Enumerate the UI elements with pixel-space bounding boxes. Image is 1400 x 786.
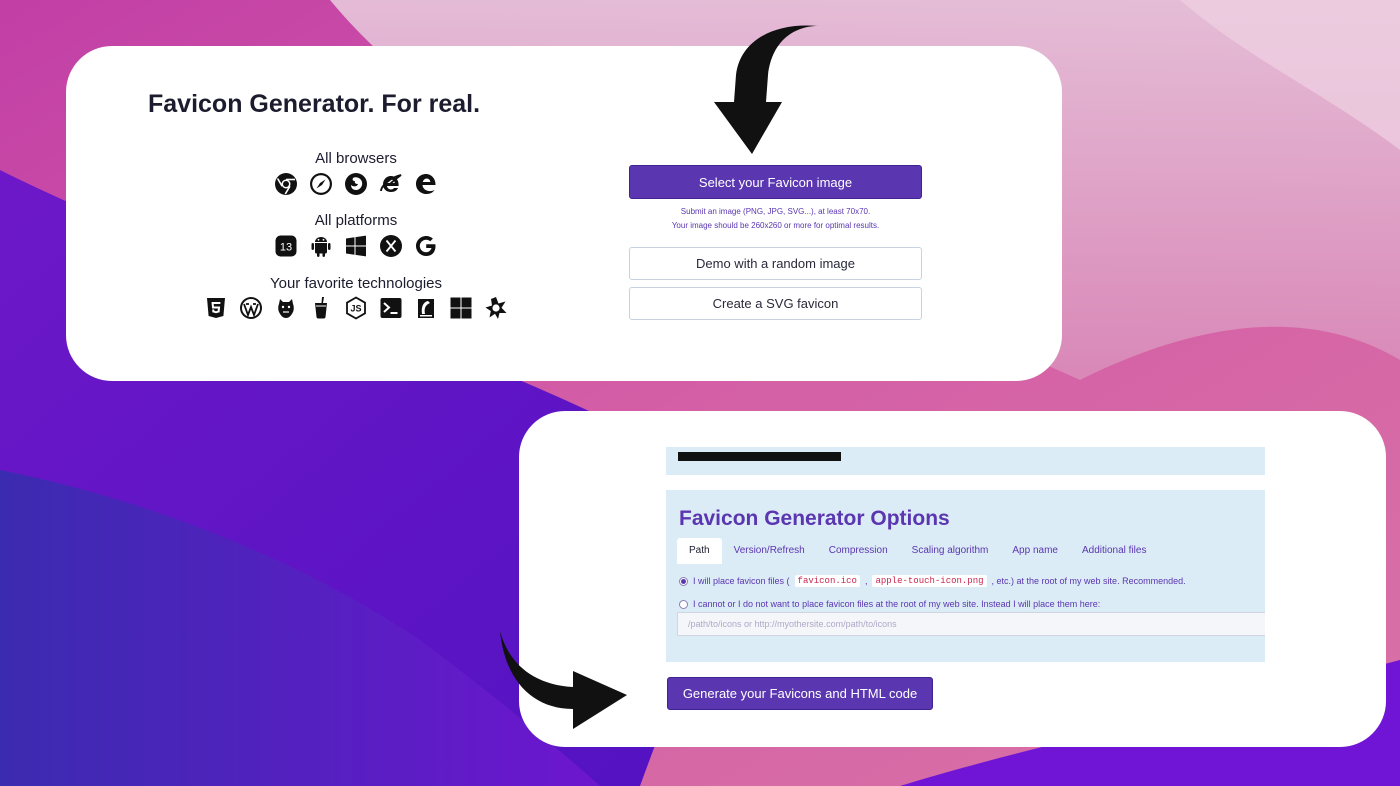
options-title: Favicon Generator Options	[679, 507, 950, 530]
upload-hint-line2: Your image should be 260x260 or more for…	[671, 221, 880, 230]
arrow-right-annotation	[500, 631, 627, 729]
svg-text:JS: JS	[350, 304, 361, 314]
path-custom-radio[interactable]	[679, 599, 688, 609]
tab-compression[interactable]: Compression	[817, 538, 900, 564]
chrome-icon	[274, 172, 298, 196]
tab-app-name[interactable]: App name	[1000, 538, 1070, 564]
browsers-icon-row	[206, 172, 506, 196]
technologies-icon-row: JS	[186, 296, 526, 320]
path-root-separator: ,	[864, 576, 868, 586]
platforms-label: All platforms	[314, 212, 398, 229]
tab-additional-files[interactable]: Additional files	[1070, 538, 1158, 564]
path-input[interactable]	[677, 612, 1265, 636]
svg-text:13: 13	[280, 242, 292, 254]
favicon-ico-code: favicon.ico	[794, 575, 860, 587]
apple-touch-icon-code: apple-touch-icon.png	[872, 575, 987, 587]
technologies-label: Your favorite technologies	[269, 275, 443, 292]
windows-icon	[344, 234, 368, 258]
path-root-radio[interactable]	[679, 576, 688, 586]
favicon-options-card: Favicon Generator Options Path Version/R…	[519, 411, 1386, 747]
internet-explorer-icon	[379, 172, 403, 196]
tab-scaling-algorithm[interactable]: Scaling algorithm	[900, 538, 1001, 564]
path-root-suffix: , etc.) at the root of my web site. Reco…	[991, 576, 1186, 586]
path-root-prefix: I will place favicon files (	[693, 576, 790, 586]
html5-icon	[204, 296, 228, 320]
create-svg-favicon-button[interactable]: Create a SVG favicon	[629, 287, 922, 320]
tab-version-refresh[interactable]: Version/Refresh	[722, 538, 817, 564]
gulp-icon	[309, 296, 333, 320]
path-custom-label: I cannot or I do not want to place favic…	[693, 599, 1101, 609]
path-root-option[interactable]: I will place favicon files ( favicon.ico…	[679, 575, 1186, 587]
browsers-label: All browsers	[315, 150, 397, 167]
page-title: Favicon Generator. For real.	[148, 90, 481, 118]
aspnet-icon	[449, 296, 473, 320]
favicon-upload-card: Favicon Generator. For real. All browser…	[66, 46, 1062, 381]
android-icon	[309, 234, 333, 258]
ios-icon: 13	[274, 234, 298, 258]
ruby-on-rails-icon	[414, 296, 438, 320]
edge-icon	[414, 172, 438, 196]
platforms-icon-row: 13	[206, 234, 506, 258]
upload-hint-line1: Submit an image (PNG, JPG, SVG...), at l…	[680, 207, 871, 216]
joomla-icon	[484, 296, 508, 320]
tab-path[interactable]: Path	[677, 538, 722, 564]
firefox-icon	[344, 172, 368, 196]
options-tabs: Path Version/Refresh Compression Scaling…	[677, 538, 1158, 564]
macos-icon	[379, 234, 403, 258]
preview-panel	[666, 447, 1265, 475]
path-custom-option[interactable]: I cannot or I do not want to place favic…	[679, 599, 1100, 609]
wordpress-icon	[239, 296, 263, 320]
select-favicon-image-button[interactable]: Select your Favicon image	[629, 165, 922, 199]
preview-image-strip	[678, 452, 841, 461]
generate-favicons-button[interactable]: Generate your Favicons and HTML code	[667, 677, 933, 710]
nodejs-icon: JS	[344, 296, 368, 320]
google-icon	[414, 234, 438, 258]
demo-random-image-button[interactable]: Demo with a random image	[629, 247, 922, 280]
safari-icon	[309, 172, 333, 196]
arrow-down-annotation	[714, 25, 818, 154]
terminal-icon	[379, 296, 403, 320]
grunt-icon	[274, 296, 298, 320]
